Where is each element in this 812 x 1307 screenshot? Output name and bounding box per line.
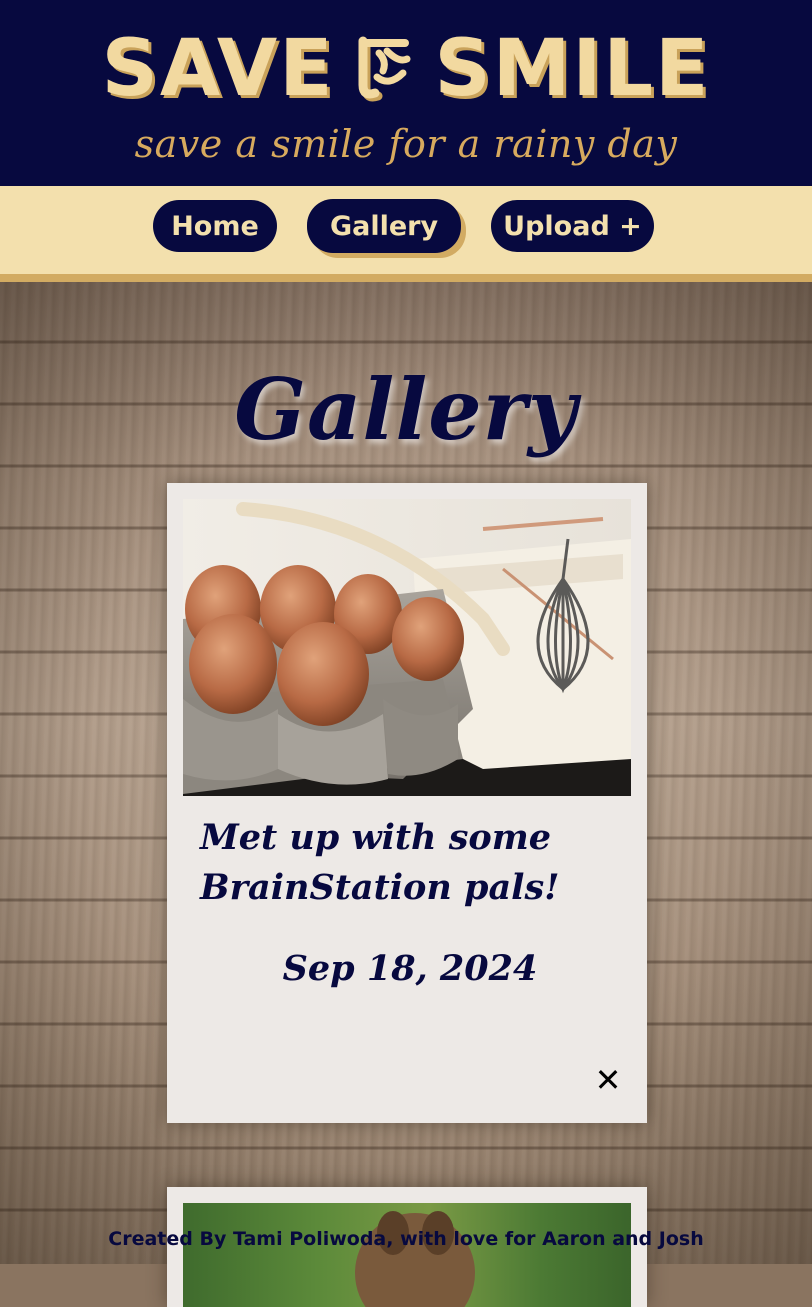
post-caption: Met up with some BrainStation pals! [200, 817, 560, 908]
post-photo[interactable] [183, 499, 631, 796]
site-header: SAVE SMILE save a smile for a rainy day [0, 0, 812, 186]
nav-home-button[interactable]: Home [153, 200, 277, 252]
site-tagline: save a smile for a rainy day [134, 122, 678, 166]
nav-upload-button[interactable]: Upload + [491, 200, 654, 252]
site-footer: Created By Tami Poliwoda, with love for … [108, 1228, 704, 1250]
site-logo[interactable]: SAVE SMILE [0, 26, 812, 112]
post-date: Sep 18, 2024 [282, 948, 538, 989]
post-photo[interactable] [183, 1203, 631, 1307]
nav-gallery-button[interactable]: Gallery [307, 199, 461, 253]
main-nav: Home Gallery Upload + [0, 186, 812, 282]
gallery-card: Met up with some BrainStation pals! Sep … [167, 483, 647, 1123]
delete-post-icon[interactable]: ✕ [593, 1064, 623, 1096]
page-title: Gallery [234, 360, 578, 459]
umbrella-smile-icon [353, 33, 417, 103]
logo-text-save: SAVE [101, 24, 335, 114]
logo-text-smile: SMILE [434, 24, 711, 114]
